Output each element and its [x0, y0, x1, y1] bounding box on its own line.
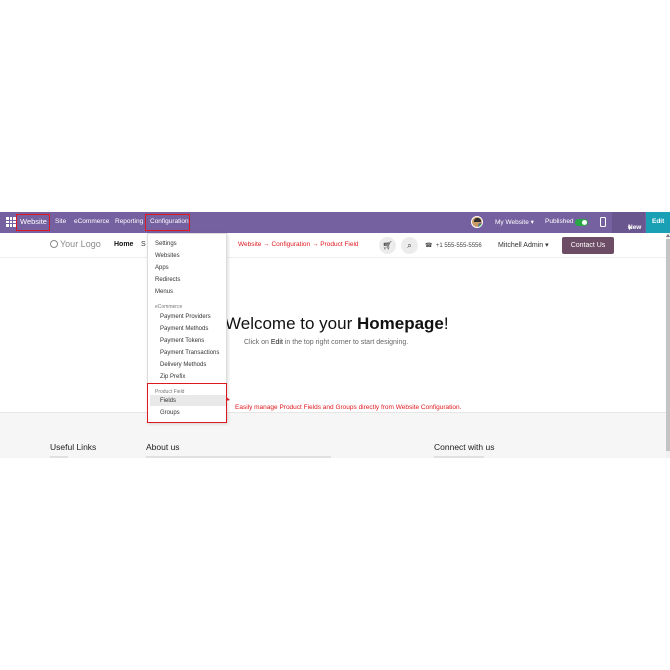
phone-number-text: +1 555-555-5556: [435, 243, 482, 249]
phone-icon: ☎︎: [425, 243, 433, 249]
menu-site[interactable]: Site: [55, 218, 66, 225]
nav-shop-link[interactable]: S: [141, 241, 146, 248]
website-header: Your Logo Home S Website → Configuration…: [0, 233, 670, 258]
contact-us-button[interactable]: Contact Us: [562, 237, 614, 254]
configuration-highlight-box: [145, 214, 190, 231]
menu-item-websites[interactable]: Websites: [155, 253, 180, 259]
menu-item-zip-prefix[interactable]: Zip Prefix: [160, 374, 185, 380]
footer-clipped-text: [434, 456, 484, 458]
scroll-thumb[interactable]: [666, 239, 670, 451]
site-logo[interactable]: Your Logo: [50, 239, 101, 249]
configuration-dropdown-menu: Settings Websites Apps Redirects Menus e…: [147, 233, 227, 423]
footer: Useful Links About us Connect with us: [0, 412, 670, 458]
title-prefix: Welcome to your: [225, 314, 357, 333]
edit-button[interactable]: Edit: [646, 212, 670, 233]
phone-number[interactable]: ☎︎ +1 555-555-5556: [425, 242, 482, 249]
page-scrollbar[interactable]: [666, 233, 670, 458]
logo-text: Your Logo: [60, 239, 101, 249]
menu-item-settings[interactable]: Settings: [155, 241, 177, 247]
sub-suffix: in the top right corner to start designi…: [282, 339, 409, 346]
apps-grid-icon[interactable]: [6, 217, 16, 227]
edit-button-label: Edit: [652, 218, 665, 225]
footer-connect: Connect with us: [434, 442, 495, 452]
footer-clipped-text: [146, 456, 331, 458]
cart-icon[interactable]: 🛒︎: [379, 237, 396, 254]
footer-useful-links: Useful Links: [50, 442, 97, 452]
mobile-preview-icon[interactable]: [600, 217, 606, 227]
menu-item-payment-tokens[interactable]: Payment Tokens: [160, 338, 204, 344]
user-avatar[interactable]: [471, 216, 483, 228]
menu-section-ecommerce: eCommerce: [155, 304, 183, 310]
menu-item-payment-transactions[interactable]: Payment Transactions: [160, 350, 219, 356]
menu-item-apps[interactable]: Apps: [155, 265, 169, 271]
scroll-up-icon: [666, 234, 670, 237]
globe-icon: [50, 240, 58, 248]
navigation-path-note: Website → Configuration → Product Field: [238, 241, 359, 248]
menu-reporting[interactable]: Reporting: [115, 218, 143, 225]
page-subtitle: Click on Edit in the top right corner to…: [244, 339, 408, 346]
search-icon[interactable]: ⌕: [401, 237, 418, 254]
new-button[interactable]: New ▾: [612, 212, 645, 233]
menu-item-payment-methods[interactable]: Payment Methods: [160, 326, 208, 332]
published-label: Published: [545, 218, 574, 225]
menu-item-redirects[interactable]: Redirects: [155, 277, 180, 283]
sub-prefix: Click on: [244, 339, 271, 346]
menu-item-menus[interactable]: Menus: [155, 289, 173, 295]
user-menu[interactable]: Mitchell Admin ▾: [498, 241, 549, 249]
sub-edit: Edit: [270, 339, 283, 346]
menu-item-payment-providers[interactable]: Payment Providers: [160, 314, 211, 320]
page-title: Welcome to your Homepage!: [225, 314, 449, 334]
published-toggle[interactable]: [575, 219, 588, 226]
my-website-dropdown[interactable]: My Website ▾: [495, 218, 534, 226]
annotation-note: Easily manage Product Fields and Groups …: [235, 404, 462, 411]
title-bold: Homepage: [356, 314, 444, 333]
user-name: Mitchell Admin: [498, 242, 544, 249]
menu-item-delivery-methods[interactable]: Delivery Methods: [160, 362, 206, 368]
my-website-label: My Website: [495, 219, 529, 226]
menu-ecommerce[interactable]: eCommerce: [74, 218, 109, 225]
caret-down-icon: ▾: [545, 242, 549, 249]
nav-home-link[interactable]: Home: [114, 241, 133, 248]
caret-down-icon: ▾: [530, 219, 534, 226]
title-suffix: !: [443, 314, 449, 333]
page: Website Site eCommerce Reporting Configu…: [0, 0, 670, 670]
footer-about-us: About us: [146, 442, 180, 452]
website-highlight-box: [16, 214, 50, 231]
top-navbar: Website Site eCommerce Reporting Configu…: [0, 212, 670, 233]
caret-down-icon: ▾: [628, 225, 632, 232]
online-status-icon: [478, 223, 482, 227]
footer-clipped-text: [50, 456, 68, 458]
product-field-highlight-box: [147, 383, 227, 423]
